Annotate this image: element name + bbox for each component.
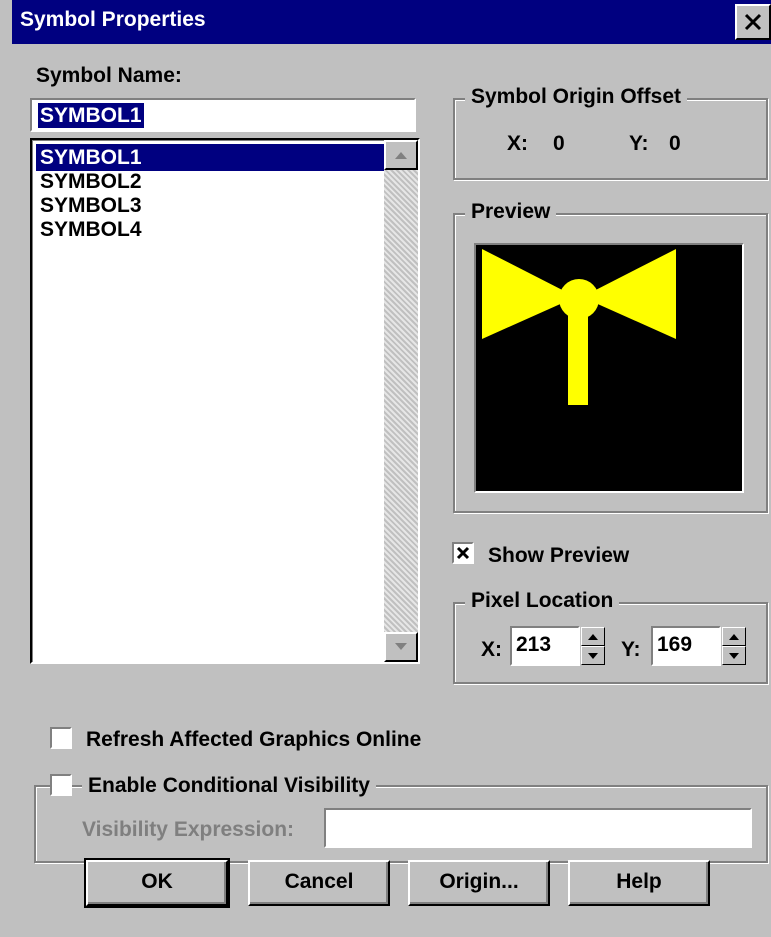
- close-button[interactable]: [735, 4, 771, 40]
- symbol-preview-graphic: [482, 249, 676, 405]
- refresh-graphics-label: Refresh Affected Graphics Online: [86, 728, 422, 751]
- list-item[interactable]: SYMBOL4: [36, 216, 386, 243]
- pixel-location-label: Pixel Location: [465, 589, 620, 613]
- pixel-x-up-button[interactable]: [581, 627, 605, 646]
- pixel-x-spinner[interactable]: [581, 627, 605, 665]
- symbol-name-label: Symbol Name:: [36, 64, 182, 87]
- scroll-down-button[interactable]: [384, 632, 418, 662]
- arrow-down-icon: [395, 643, 407, 650]
- conditional-visibility-label: Enable Conditional Visibility: [82, 774, 376, 798]
- origin-y-label: Y:: [629, 132, 649, 155]
- check-x-icon: [456, 546, 470, 560]
- ok-button[interactable]: OK: [84, 858, 230, 908]
- symbol-name-value: SYMBOL1: [38, 103, 144, 128]
- symbol-properties-dialog: Symbol Properties Symbol Name: SYMBOL1 S…: [0, 0, 771, 937]
- preview-canvas: [474, 243, 744, 493]
- arrow-up-icon: [395, 152, 407, 159]
- pixel-x-value: 213: [516, 633, 552, 656]
- pixel-x-input[interactable]: 213: [510, 626, 580, 666]
- arrow-up-icon: [588, 633, 598, 640]
- show-preview-label: Show Preview: [488, 544, 630, 567]
- symbol-list[interactable]: SYMBOL1 SYMBOL2 SYMBOL3 SYMBOL4: [30, 138, 420, 664]
- conditional-visibility-checkbox[interactable]: [50, 774, 72, 796]
- origin-offset-group: Symbol Origin Offset X: 0 Y: 0: [453, 85, 768, 180]
- list-scrollbar[interactable]: [384, 140, 418, 662]
- pixel-y-input[interactable]: 169: [651, 626, 721, 666]
- visibility-expression-input[interactable]: [324, 808, 752, 848]
- scroll-up-button[interactable]: [384, 140, 418, 170]
- arrow-down-icon: [729, 652, 739, 659]
- help-button[interactable]: Help: [568, 860, 710, 906]
- stem-shape: [568, 301, 588, 405]
- origin-offset-label: Symbol Origin Offset: [465, 85, 688, 109]
- pixel-y-up-button[interactable]: [722, 627, 746, 646]
- origin-button[interactable]: Origin...: [408, 860, 550, 906]
- arrow-up-icon: [729, 633, 739, 640]
- pixel-x-down-button[interactable]: [581, 646, 605, 665]
- origin-x-value: 0: [553, 132, 565, 155]
- list-item[interactable]: SYMBOL3: [36, 192, 386, 219]
- title-bar[interactable]: Symbol Properties: [12, 0, 771, 44]
- show-preview-checkbox[interactable]: [452, 542, 474, 564]
- preview-label: Preview: [465, 200, 557, 224]
- close-icon: [744, 13, 762, 31]
- symbol-name-input[interactable]: SYMBOL1: [30, 98, 416, 132]
- pixel-y-spinner[interactable]: [722, 627, 746, 665]
- pixel-y-value: 169: [657, 633, 693, 656]
- visibility-expression-label: Visibility Expression:: [82, 818, 295, 841]
- origin-x-label: X:: [507, 132, 528, 155]
- list-item[interactable]: SYMBOL2: [36, 168, 386, 195]
- pixel-x-label: X:: [481, 638, 502, 661]
- arrow-down-icon: [588, 652, 598, 659]
- pixel-y-label: Y:: [621, 638, 641, 661]
- pixel-y-down-button[interactable]: [722, 646, 746, 665]
- window-title: Symbol Properties: [20, 8, 206, 31]
- origin-y-value: 0: [669, 132, 681, 155]
- list-item[interactable]: SYMBOL1: [36, 144, 386, 171]
- cancel-button[interactable]: Cancel: [248, 860, 390, 906]
- refresh-graphics-checkbox[interactable]: [50, 727, 72, 749]
